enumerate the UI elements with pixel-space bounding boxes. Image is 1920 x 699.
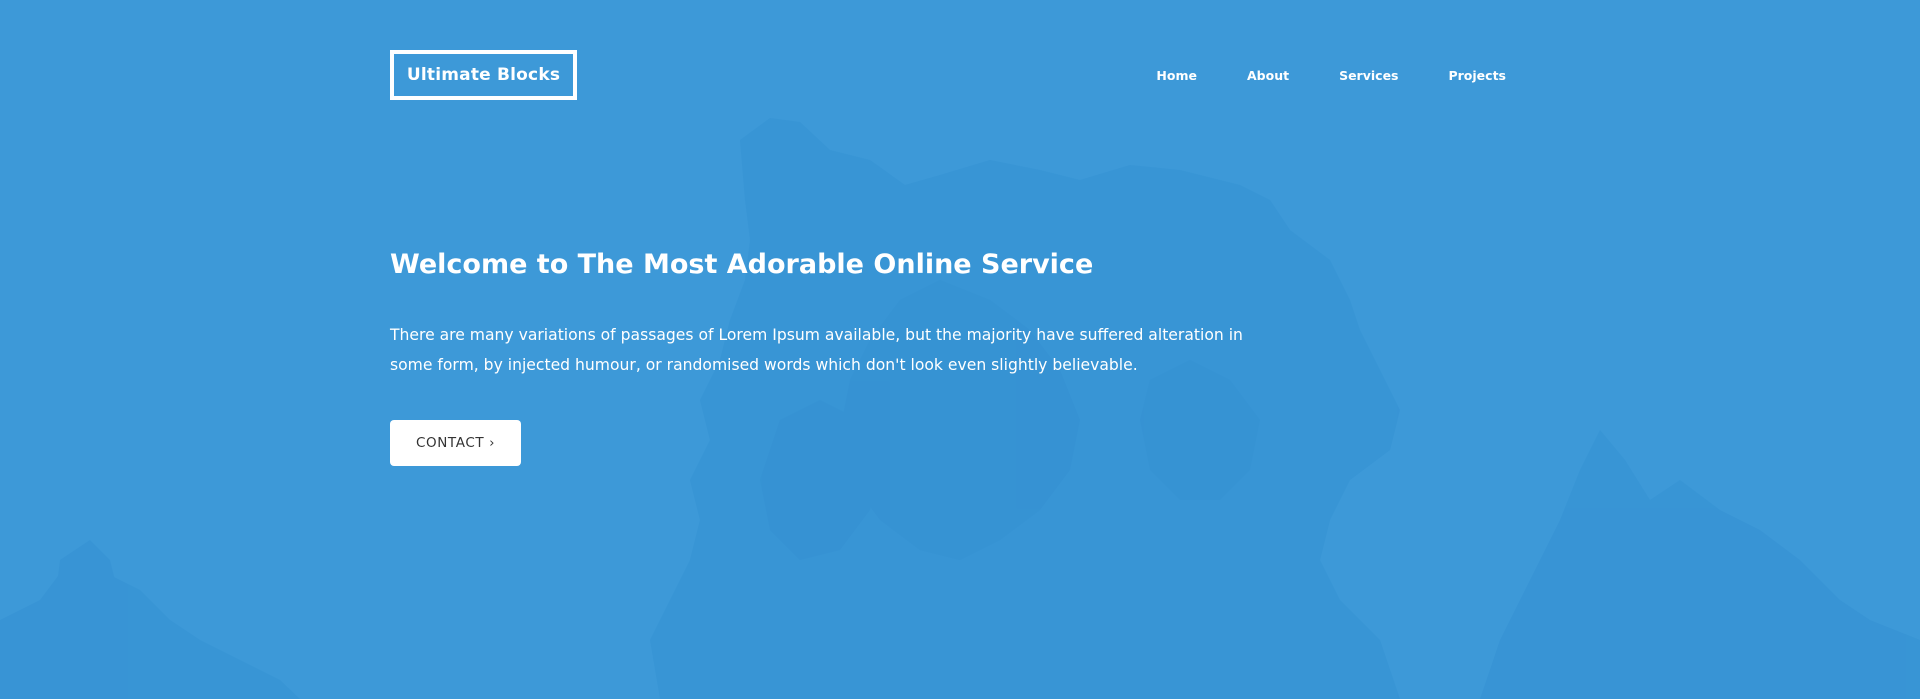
hero-title: Welcome to The Most Adorable Online Serv… [390, 249, 1094, 280]
nav-item-home[interactable]: Home [1156, 68, 1197, 83]
logo[interactable]: Ultimate Blocks [390, 50, 577, 100]
nav-item-about[interactable]: About [1247, 68, 1289, 83]
contact-button-label: CONTACT [415, 435, 485, 451]
hero-description: There are many variations of passages of… [390, 326, 1243, 374]
contact-button[interactable]: CONTACT › [390, 420, 521, 466]
hero-section: Ultimate Blocks Home About Services Proj… [0, 0, 1920, 699]
site-header: Ultimate Blocks Home About Services Proj… [390, 50, 1506, 100]
content-container: Ultimate Blocks Home About Services Proj… [390, 0, 1506, 699]
chevron-right-icon: › [489, 435, 496, 451]
main-nav: Home About Services Projects [1156, 50, 1506, 100]
nav-item-services[interactable]: Services [1339, 68, 1398, 83]
nav-item-projects[interactable]: Projects [1448, 68, 1506, 83]
